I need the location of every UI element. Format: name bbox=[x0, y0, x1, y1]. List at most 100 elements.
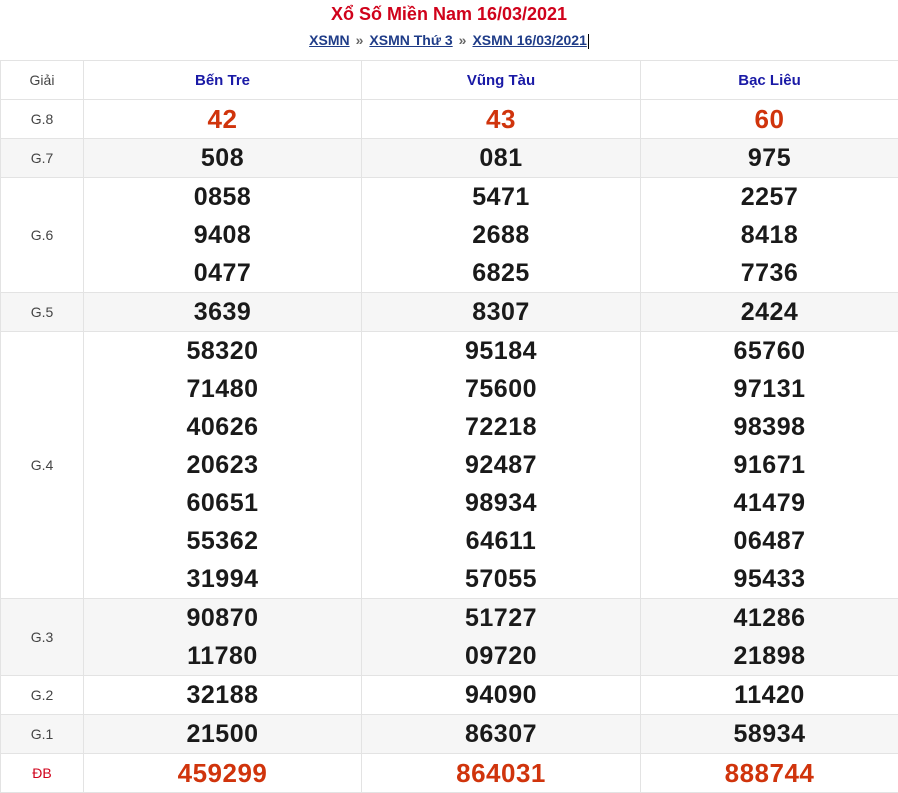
result-number: 95433 bbox=[641, 560, 898, 598]
result-cell: 9087011780 bbox=[84, 599, 362, 676]
result-number: 11780 bbox=[84, 637, 361, 675]
result-number: 09720 bbox=[362, 637, 640, 675]
prize-label: G.8 bbox=[1, 100, 84, 139]
result-number: 2424 bbox=[641, 293, 898, 331]
result-number: 98934 bbox=[362, 484, 640, 522]
result-cell: 547126886825 bbox=[362, 178, 641, 293]
result-number: 64611 bbox=[362, 522, 640, 560]
result-number: 55362 bbox=[84, 522, 361, 560]
table-row: G.1215008630758934 bbox=[1, 715, 898, 754]
breadcrumb-link-xsmn[interactable]: XSMN bbox=[309, 32, 349, 48]
result-number: 60 bbox=[641, 100, 898, 138]
result-number: 42 bbox=[84, 100, 361, 138]
prize-label: G.5 bbox=[1, 293, 84, 332]
result-number: 7736 bbox=[641, 254, 898, 292]
results-table: Giải Bến Tre Vũng Tàu Bạc Liêu G.8424360… bbox=[0, 60, 898, 793]
column-header-province: Vũng Tàu bbox=[362, 61, 641, 100]
column-header-giai: Giải bbox=[1, 61, 84, 100]
result-number: 72218 bbox=[362, 408, 640, 446]
result-number: 508 bbox=[84, 139, 361, 177]
result-number: 2688 bbox=[362, 216, 640, 254]
result-number: 75600 bbox=[362, 370, 640, 408]
result-cell: 888744 bbox=[641, 754, 898, 793]
result-number: 95184 bbox=[362, 332, 640, 370]
result-cell: 11420 bbox=[641, 676, 898, 715]
result-cell: 95184756007221892487989346461157055 bbox=[362, 332, 641, 599]
result-cell: 94090 bbox=[362, 676, 641, 715]
table-row: G.7508081975 bbox=[1, 139, 898, 178]
result-number: 459299 bbox=[84, 754, 361, 792]
result-number: 58320 bbox=[84, 332, 361, 370]
prize-label: ĐB bbox=[1, 754, 84, 793]
result-number: 98398 bbox=[641, 408, 898, 446]
result-number: 0858 bbox=[84, 178, 361, 216]
result-cell: 975 bbox=[641, 139, 898, 178]
result-cell: 65760971319839891671414790648795433 bbox=[641, 332, 898, 599]
result-number: 9408 bbox=[84, 216, 361, 254]
result-cell: 32188 bbox=[84, 676, 362, 715]
result-number: 43 bbox=[362, 100, 640, 138]
breadcrumb-link-xsmn-date[interactable]: XSMN 16/03/2021 bbox=[472, 32, 586, 48]
result-cell: 58934 bbox=[641, 715, 898, 754]
breadcrumb: XSMN»XSMN Thứ 3»XSMN 16/03/2021 bbox=[0, 30, 898, 50]
result-number: 8418 bbox=[641, 216, 898, 254]
table-row: G.5363983072424 bbox=[1, 293, 898, 332]
result-cell: 4128621898 bbox=[641, 599, 898, 676]
prize-label: G.1 bbox=[1, 715, 84, 754]
prize-label: G.6 bbox=[1, 178, 84, 293]
result-number: 60651 bbox=[84, 484, 361, 522]
result-number: 888744 bbox=[641, 754, 898, 792]
breadcrumb-separator: » bbox=[350, 32, 370, 48]
result-cell: 86307 bbox=[362, 715, 641, 754]
result-number: 3639 bbox=[84, 293, 361, 331]
result-number: 92487 bbox=[362, 446, 640, 484]
result-number: 6825 bbox=[362, 254, 640, 292]
result-number: 2257 bbox=[641, 178, 898, 216]
result-number: 86307 bbox=[362, 715, 640, 753]
result-cell: 42 bbox=[84, 100, 362, 139]
result-cell: 081 bbox=[362, 139, 641, 178]
result-number: 91671 bbox=[641, 446, 898, 484]
table-row: G.6085894080477547126886825225784187736 bbox=[1, 178, 898, 293]
result-number: 5471 bbox=[362, 178, 640, 216]
result-number: 97131 bbox=[641, 370, 898, 408]
table-row: G.8424360 bbox=[1, 100, 898, 139]
result-number: 71480 bbox=[84, 370, 361, 408]
result-number: 57055 bbox=[362, 560, 640, 598]
prize-label: G.7 bbox=[1, 139, 84, 178]
result-cell: 8307 bbox=[362, 293, 641, 332]
result-cell: 864031 bbox=[362, 754, 641, 793]
result-number: 31994 bbox=[84, 560, 361, 598]
result-cell: 60 bbox=[641, 100, 898, 139]
result-number: 90870 bbox=[84, 599, 361, 637]
table-row: G.2321889409011420 bbox=[1, 676, 898, 715]
table-row: G.45832071480406262062360651553623199495… bbox=[1, 332, 898, 599]
table-header-row: Giải Bến Tre Vũng Tàu Bạc Liêu bbox=[1, 61, 898, 100]
table-row: G.3908701178051727097204128621898 bbox=[1, 599, 898, 676]
result-number: 11420 bbox=[641, 676, 898, 714]
breadcrumb-link-xsmn-thu-3[interactable]: XSMN Thứ 3 bbox=[369, 32, 452, 48]
result-number: 32188 bbox=[84, 676, 361, 714]
page-title: Xổ Số Miền Nam 16/03/2021 bbox=[0, 2, 898, 26]
result-cell: 225784187736 bbox=[641, 178, 898, 293]
result-number: 21500 bbox=[84, 715, 361, 753]
result-number: 081 bbox=[362, 139, 640, 177]
result-cell: 2424 bbox=[641, 293, 898, 332]
result-number: 58934 bbox=[641, 715, 898, 753]
result-cell: 3639 bbox=[84, 293, 362, 332]
result-number: 0477 bbox=[84, 254, 361, 292]
result-number: 21898 bbox=[641, 637, 898, 675]
result-cell: 21500 bbox=[84, 715, 362, 754]
prize-label: G.2 bbox=[1, 676, 84, 715]
result-number: 41286 bbox=[641, 599, 898, 637]
column-header-province: Bạc Liêu bbox=[641, 61, 898, 100]
result-number: 8307 bbox=[362, 293, 640, 331]
result-number: 864031 bbox=[362, 754, 640, 792]
result-number: 06487 bbox=[641, 522, 898, 560]
result-number: 51727 bbox=[362, 599, 640, 637]
result-number: 94090 bbox=[362, 676, 640, 714]
table-row: ĐB459299864031888744 bbox=[1, 754, 898, 793]
result-cell: 58320714804062620623606515536231994 bbox=[84, 332, 362, 599]
text-cursor bbox=[588, 34, 589, 49]
result-cell: 43 bbox=[362, 100, 641, 139]
